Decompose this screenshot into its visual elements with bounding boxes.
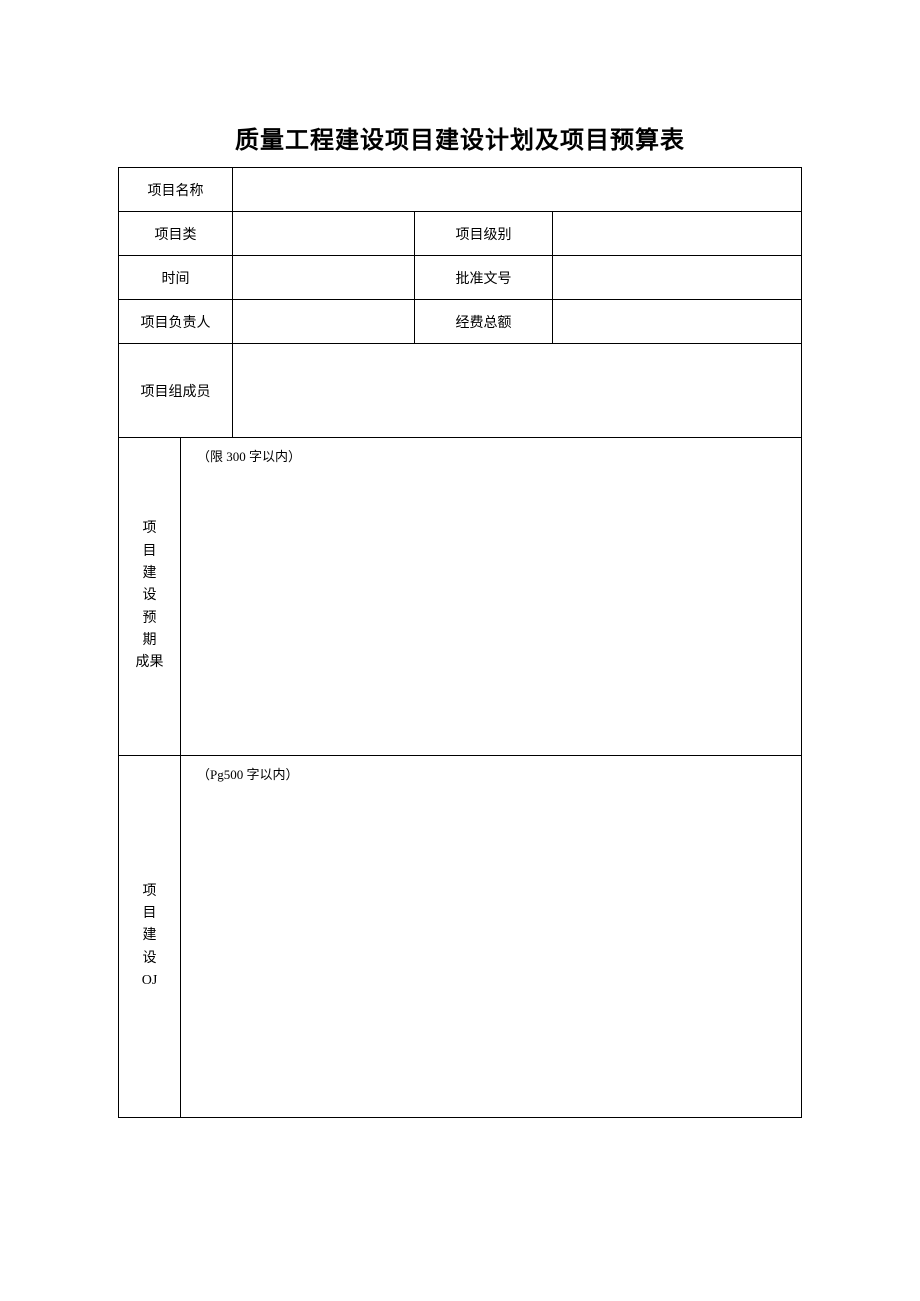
label-line: 项 目 (131, 881, 168, 926)
label-line: 建 设 (131, 925, 168, 970)
label-line: 成果 (131, 652, 168, 674)
limit-note: （Pg500 字以内） (197, 767, 298, 782)
limit-note: （限 300 字以内） (197, 449, 301, 464)
value-team-members (233, 344, 802, 438)
label-approval-no: 批准文号 (415, 256, 553, 300)
label-project-type: 项目类 (119, 212, 233, 256)
label-time: 时间 (119, 256, 233, 300)
value-project-name (233, 168, 802, 212)
label-line: 建 设 (131, 563, 168, 608)
value-project-level (553, 212, 802, 256)
value-expected-results: （限 300 字以内） (181, 438, 802, 756)
table-row: 时间 批准文号 (119, 256, 802, 300)
value-approval-no (553, 256, 802, 300)
table-row: 项 目 建 设 OJ （Pg500 字以内） (119, 756, 802, 1118)
label-total-budget: 经费总额 (415, 300, 553, 344)
label-build-oj: 项 目 建 设 OJ (119, 756, 181, 1118)
label-line: OJ (131, 970, 168, 992)
table-row: 项目组成员 (119, 344, 802, 438)
label-project-lead: 项目负责人 (119, 300, 233, 344)
value-project-lead (233, 300, 415, 344)
page-title: 质量工程建设项目建设计划及项目预算表 (118, 120, 802, 155)
table-row: 项目名称 (119, 168, 802, 212)
label-project-name: 项目名称 (119, 168, 233, 212)
label-expected-results: 项 目 建 设 预 期 成果 (119, 438, 181, 756)
label-line: 项 目 (131, 518, 168, 563)
value-time (233, 256, 415, 300)
form-table: 项目名称 项目类 项目级别 时间 批准文号 项目负责人 经费总额 项目组成员 项… (118, 167, 802, 1118)
table-row: 项目负责人 经费总额 (119, 300, 802, 344)
table-row: 项 目 建 设 预 期 成果 （限 300 字以内） (119, 438, 802, 756)
label-line: 预 期 (131, 608, 168, 653)
table-row: 项目类 项目级别 (119, 212, 802, 256)
label-project-level: 项目级别 (415, 212, 553, 256)
label-team-members: 项目组成员 (119, 344, 233, 438)
value-total-budget (553, 300, 802, 344)
value-build-oj: （Pg500 字以内） (181, 756, 802, 1118)
value-project-type (233, 212, 415, 256)
